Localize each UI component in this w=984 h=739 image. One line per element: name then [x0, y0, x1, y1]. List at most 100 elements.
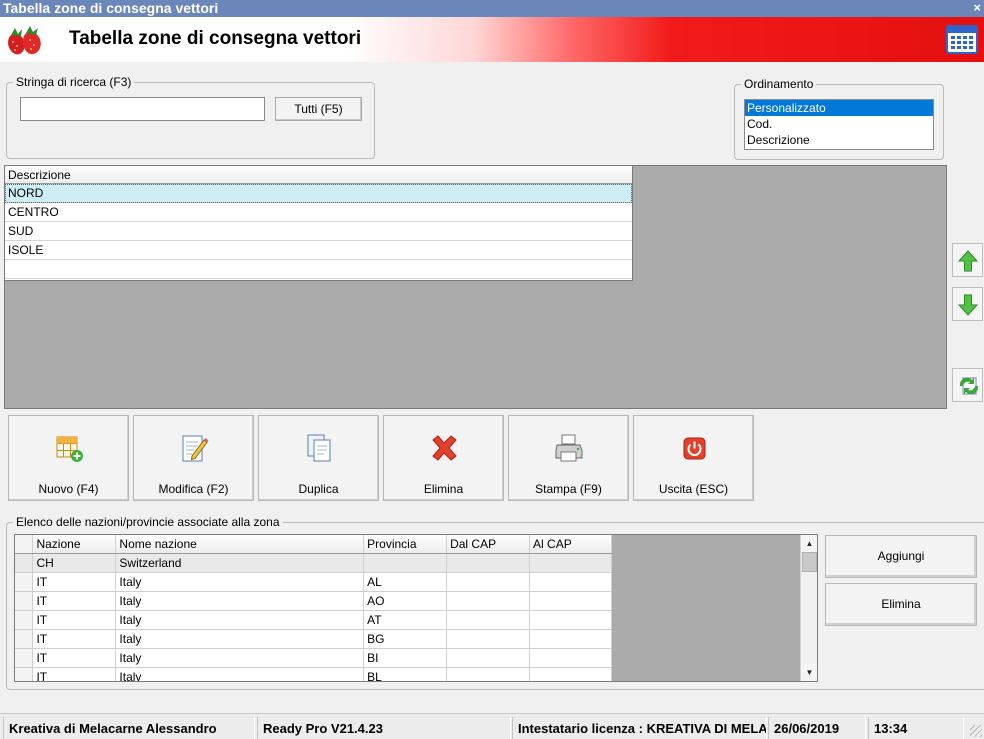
print-button[interactable]: Stampa (F9): [508, 415, 629, 501]
search-input[interactable]: [20, 97, 265, 121]
cell-al-cap: [529, 648, 612, 668]
row-indicator[interactable]: [15, 572, 34, 592]
scroll-up-icon[interactable]: ▲: [801, 535, 817, 552]
cell-nome-nazione: Italy: [115, 610, 365, 630]
cell-al-cap: [529, 572, 612, 592]
move-up-button[interactable]: [952, 243, 983, 277]
scrollbar-thumb[interactable]: [802, 552, 817, 572]
row-indicator[interactable]: [15, 648, 34, 668]
new-button-label: Nuovo (F4): [38, 482, 99, 496]
table-row[interactable]: IT Italy BI: [15, 648, 612, 668]
zone-row-sud[interactable]: SUD: [5, 222, 632, 241]
all-button[interactable]: Tutti (F5): [275, 97, 362, 121]
zone-row-nord[interactable]: NORD: [5, 184, 632, 203]
zone-row-centro[interactable]: CENTRO: [5, 203, 632, 222]
column-header-dal-cap[interactable]: Dal CAP: [446, 535, 531, 554]
cell-al-cap: [529, 553, 612, 573]
table-row[interactable]: IT Italy BG: [15, 629, 612, 649]
row-indicator-header: [15, 535, 34, 554]
close-icon[interactable]: ×: [973, 0, 981, 16]
power-icon: [683, 437, 706, 460]
edit-button[interactable]: Modifica (F2): [133, 415, 254, 501]
zone-row-empty[interactable]: [5, 260, 632, 279]
cell-al-cap: [529, 629, 612, 649]
duplicate-button[interactable]: Duplica: [258, 415, 379, 501]
zones-table: Descrizione NORD CENTRO SUD ISOLE: [5, 166, 633, 281]
cell-nazione: CH: [32, 553, 117, 573]
new-button[interactable]: Nuovo (F4): [8, 415, 129, 501]
cell-provincia: AT: [363, 610, 448, 630]
delete-button[interactable]: Elimina: [383, 415, 504, 501]
column-header-nazione[interactable]: Nazione: [32, 535, 117, 554]
nations-scrollbar[interactable]: ▲ ▼: [800, 535, 817, 681]
row-indicator[interactable]: [15, 610, 34, 630]
cell-al-cap: [529, 591, 612, 611]
cell-nome-nazione: Italy: [115, 591, 365, 611]
ordering-listbox[interactable]: Personalizzato Cod. Descrizione: [744, 99, 934, 150]
ordering-option-descrizione[interactable]: Descrizione: [745, 132, 933, 148]
scroll-down-icon[interactable]: ▼: [801, 664, 817, 681]
table-row[interactable]: IT Italy AO: [15, 591, 612, 611]
refresh-button[interactable]: [952, 368, 983, 402]
row-indicator[interactable]: [15, 667, 34, 681]
column-header-provincia[interactable]: Provincia: [363, 535, 448, 554]
column-header-nome-nazione[interactable]: Nome nazione: [115, 535, 365, 554]
zone-row-isole[interactable]: ISOLE: [5, 241, 632, 260]
ordering-option-personalizzato[interactable]: Personalizzato: [745, 100, 933, 116]
table-row[interactable]: CH Switzerland: [15, 553, 612, 573]
status-license: Intestatario licenza : KREATIVA DI MELAC…: [512, 717, 767, 739]
add-button[interactable]: Aggiungi: [825, 535, 977, 578]
row-indicator[interactable]: [15, 591, 34, 611]
edit-icon: [182, 435, 209, 462]
cell-provincia: AO: [363, 591, 448, 611]
ordering-legend: Ordinamento: [744, 77, 814, 91]
duplicate-button-label: Duplica: [298, 482, 339, 496]
column-header-descrizione[interactable]: Descrizione: [5, 166, 632, 184]
cell-dal-cap: [446, 591, 531, 611]
cell-provincia: BI: [363, 648, 448, 668]
status-bar: Kreativa di Melacarne Alessandro Ready P…: [0, 713, 984, 739]
cell-dal-cap: [446, 629, 531, 649]
cell-provincia: BG: [363, 629, 448, 649]
table-row[interactable]: IT Italy AT: [15, 610, 612, 630]
cell-nazione: IT: [32, 572, 117, 592]
cell-nome-nazione: Italy: [115, 572, 365, 592]
status-company: Kreativa di Melacarne Alessandro: [3, 717, 255, 739]
move-down-button[interactable]: [952, 287, 983, 321]
header-banner: Tabella zone di consegna vettori: [0, 17, 984, 62]
cell-al-cap: [529, 610, 612, 630]
cell-dal-cap: [446, 610, 531, 630]
cell-nazione: IT: [32, 648, 117, 668]
status-date: 26/06/2019: [768, 717, 866, 739]
cell-provincia: BL: [363, 667, 448, 681]
strawberry-icon: [8, 26, 41, 55]
cell-nazione: IT: [32, 667, 117, 681]
cell-nome-nazione: Italy: [115, 629, 365, 649]
cell-dal-cap: [446, 553, 531, 573]
table-row[interactable]: IT Italy AL: [15, 572, 612, 592]
cell-al-cap: [529, 667, 612, 681]
column-header-al-cap[interactable]: Al CAP: [529, 535, 612, 554]
ordering-option-cod[interactable]: Cod.: [745, 116, 933, 132]
calendar-icon[interactable]: [946, 23, 978, 55]
cell-dal-cap: [446, 667, 531, 681]
nations-grid[interactable]: Nazione Nome nazione Provincia Dal CAP A…: [14, 534, 818, 682]
cell-nome-nazione: Switzerland: [115, 553, 365, 573]
cell-dal-cap: [446, 648, 531, 668]
row-indicator[interactable]: [15, 629, 34, 649]
exit-button-label: Uscita (ESC): [658, 482, 729, 496]
row-indicator[interactable]: [15, 553, 34, 573]
nations-legend: Elenco delle nazioni/provincie associate…: [16, 515, 280, 529]
resize-grip-icon[interactable]: [970, 725, 982, 737]
cell-nome-nazione: Italy: [115, 648, 365, 668]
delete-nation-button[interactable]: Elimina: [825, 583, 977, 626]
new-record-icon: [56, 436, 83, 462]
nations-table: Nazione Nome nazione Provincia Dal CAP A…: [15, 535, 612, 681]
table-row[interactable]: IT Italy BL: [15, 667, 612, 681]
cell-nazione: IT: [32, 629, 117, 649]
cell-nazione: IT: [32, 591, 117, 611]
delete-button-label: Elimina: [423, 482, 464, 496]
arrow-down-icon: [958, 294, 978, 316]
exit-button[interactable]: Uscita (ESC): [633, 415, 754, 501]
zones-grid[interactable]: Descrizione NORD CENTRO SUD ISOLE: [4, 165, 947, 409]
